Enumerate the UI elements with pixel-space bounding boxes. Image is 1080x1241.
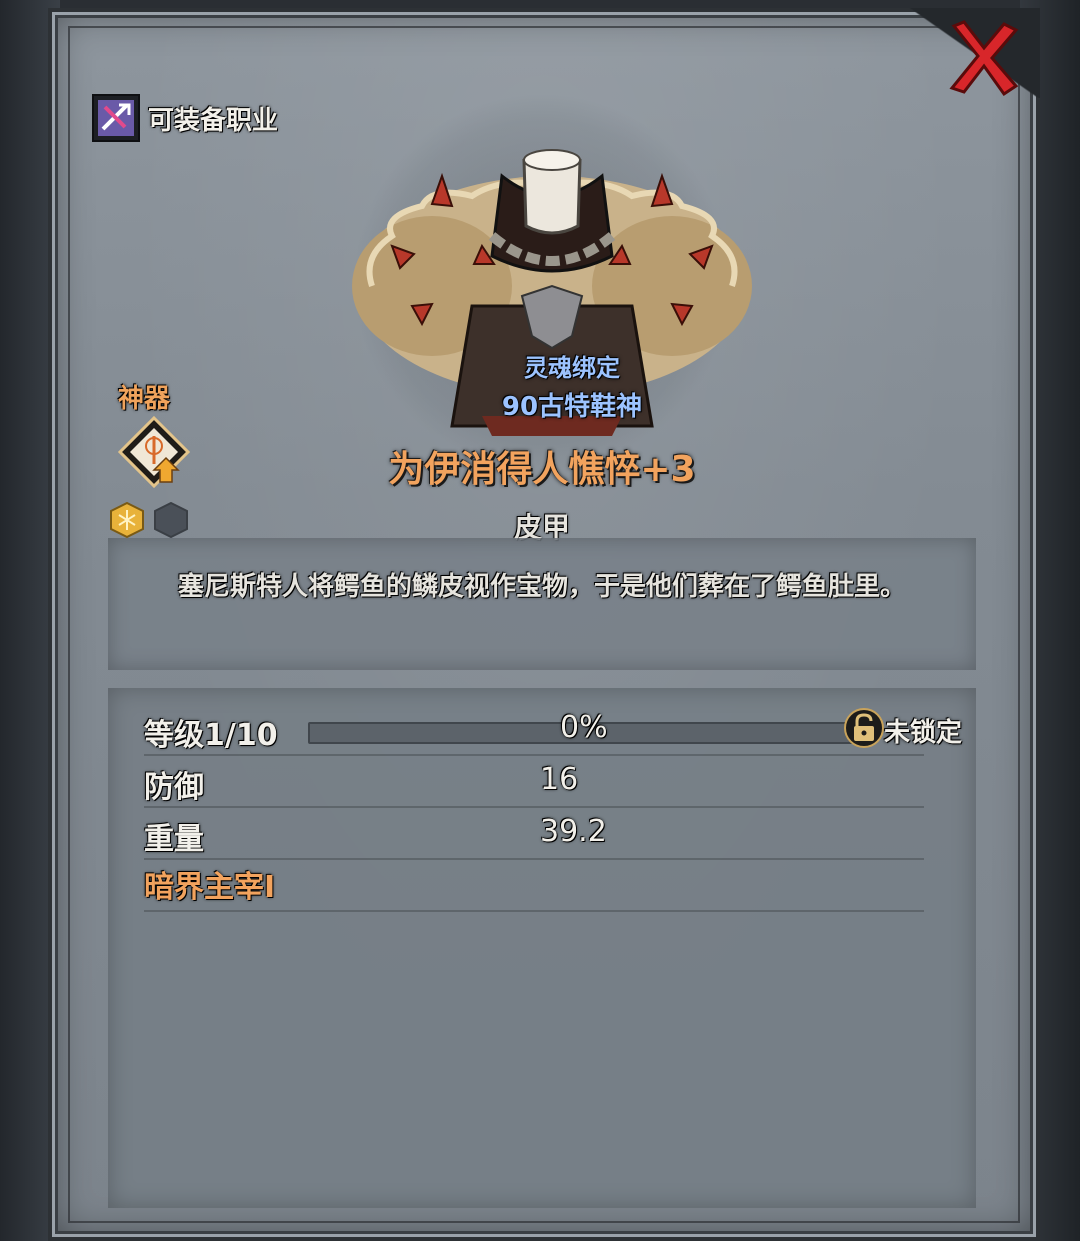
close-button[interactable] — [940, 16, 1024, 100]
artifact-upgrade-icon[interactable] — [117, 415, 191, 489]
set-bonus-label[interactable]: 暗界主宰I — [144, 862, 275, 906]
item-detail-panel: 可装备职业 神器 灵魂绑定 90古特鞋神 为伊消得人憔悴+3 皮甲 塞尼斯特人将… — [48, 8, 1040, 1241]
progress-text: 0% — [560, 710, 608, 745]
stat-row-weight: 重量 39.2 — [144, 806, 924, 860]
item-description: 塞尼斯特人将鳄鱼的鳞皮视作宝物，于是他们葬在了鳄鱼肚里。 — [177, 572, 906, 602]
level-label: 等级1/10 — [144, 718, 278, 753]
stat-value: 16 — [540, 762, 579, 797]
bind-type-label: 灵魂绑定 — [524, 354, 620, 382]
item-name: 为伊消得人憔悴+3 — [388, 449, 696, 490]
stat-row-defense: 防御 16 — [144, 754, 924, 808]
lock-status-label: 未锁定 — [884, 718, 963, 748]
set-bonus-row: 暗界主宰I — [144, 858, 924, 912]
stat-value: 39.2 — [540, 814, 607, 849]
class-icon — [92, 94, 140, 142]
artifact-label: 神器 — [118, 384, 171, 414]
gold-gem-icon — [110, 501, 144, 539]
level-row: 等级1/10 0% 未锁定 — [144, 702, 962, 756]
class-header[interactable]: 可装备职业 — [92, 94, 278, 142]
stat-name: 防御 — [144, 770, 204, 805]
empty-gem-slot-icon — [154, 501, 188, 539]
god-source-label: 90古特鞋神 — [501, 392, 643, 422]
stat-name: 重量 — [144, 822, 204, 857]
padlock-icon[interactable] — [844, 708, 884, 748]
close-x-icon — [949, 20, 1019, 97]
class-label: 可装备职业 — [148, 105, 279, 136]
